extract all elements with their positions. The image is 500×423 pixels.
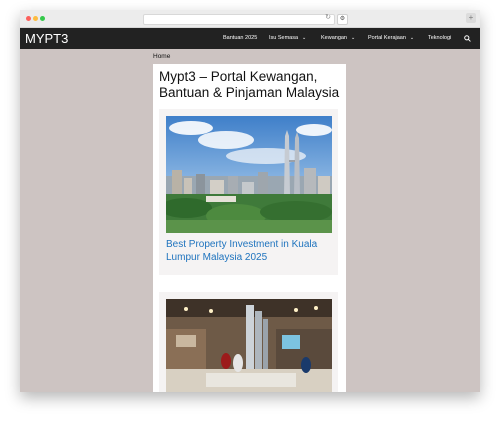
- site-navbar: MYPT3 Bantuan 2025 Isu Semasa ⌄ Kewangan ⌄…: [20, 28, 480, 49]
- extension-icon[interactable]: ⚙: [337, 14, 348, 25]
- menu-item-label: Bantuan 2025: [223, 35, 258, 41]
- close-window-button[interactable]: [26, 16, 31, 21]
- maximize-window-button[interactable]: [40, 16, 45, 21]
- minimize-window-button[interactable]: [33, 16, 38, 21]
- breadcrumb[interactable]: Home: [153, 53, 170, 60]
- menu-item-kewangan[interactable]: Kewangan ⌄: [321, 28, 355, 49]
- reload-icon[interactable]: ↻: [325, 13, 331, 21]
- menu-item-label: Teknologi: [428, 35, 452, 41]
- new-tab-button[interactable]: +: [466, 13, 476, 23]
- menu-item-label: Portal Kerajaan: [368, 35, 406, 41]
- search-icon[interactable]: [462, 28, 474, 49]
- chevron-down-icon: ⌄: [351, 35, 356, 41]
- address-bar[interactable]: ↻: [143, 14, 335, 25]
- main-content: Mypt3 – Portal Kewangan, Bantuan & Pinja…: [153, 64, 346, 392]
- post-thumbnail-showroom[interactable]: [166, 299, 332, 392]
- menu-item-teknologi[interactable]: Teknologi: [428, 28, 451, 49]
- browser-toolbar: ↻ ⚙ +: [20, 10, 480, 28]
- post-thumbnail-skyline[interactable]: [166, 116, 332, 233]
- post-card: Best Property Investment in Kuala Lumpur…: [159, 109, 338, 275]
- chevron-down-icon: ⌄: [302, 35, 307, 41]
- menu-item-label: Isu Semasa: [269, 35, 299, 41]
- post-card: [159, 292, 338, 392]
- menu-item-label: Kewangan: [321, 35, 347, 41]
- menu-item-portal-kerajaan[interactable]: Portal Kerajaan ⌄: [368, 28, 414, 49]
- menu-item-bantuan-2025[interactable]: Bantuan 2025: [223, 28, 257, 49]
- browser-window: ↻ ⚙ + MYPT3 Bantuan 2025 Isu Semasa ⌄ Kew…: [20, 10, 480, 392]
- page-title: Mypt3 – Portal Kewangan, Bantuan & Pinja…: [159, 69, 340, 100]
- site-logo[interactable]: MYPT3: [25, 30, 68, 47]
- menu-item-isu-semasa[interactable]: Isu Semasa ⌄: [269, 28, 306, 49]
- chevron-down-icon: ⌄: [409, 35, 415, 41]
- post-title-link[interactable]: Best Property Investment in Kuala Lumpur…: [166, 238, 332, 264]
